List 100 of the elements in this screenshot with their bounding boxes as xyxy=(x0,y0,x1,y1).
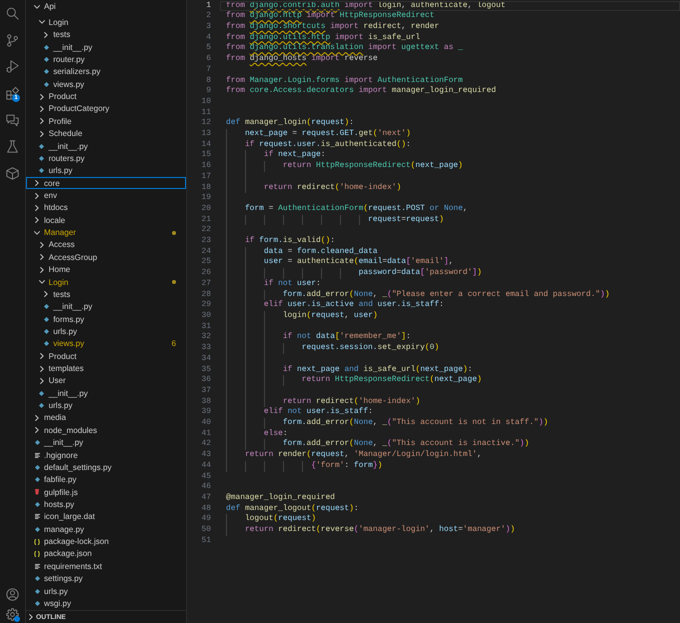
search-icon[interactable] xyxy=(6,6,19,20)
chevron-right-icon[interactable] xyxy=(40,378,44,384)
person-circle-icon[interactable] xyxy=(6,588,19,601)
folder-item[interactable]: core xyxy=(26,176,186,190)
chevron-right-icon[interactable] xyxy=(35,427,39,434)
file-item[interactable]: __init__.py xyxy=(26,436,186,449)
folder-item[interactable]: Access xyxy=(26,238,186,252)
chevron-right-icon[interactable] xyxy=(40,353,44,360)
file-item[interactable]: gulpfile.js xyxy=(26,486,186,498)
indent-guide xyxy=(282,460,284,472)
file-item[interactable]: urls.py xyxy=(26,164,186,177)
file-item[interactable]: __init__.py xyxy=(26,140,186,152)
folder-item[interactable]: Api xyxy=(26,0,186,14)
chevron-right-icon[interactable] xyxy=(40,118,44,124)
folder-item[interactable]: node_modules xyxy=(26,424,186,437)
chevron-right-icon[interactable] xyxy=(44,32,48,38)
indent-guide xyxy=(302,268,303,279)
folder-item[interactable]: htdocs xyxy=(26,202,186,214)
blocks-icon[interactable] xyxy=(6,86,19,100)
folder-item[interactable]: Product xyxy=(26,350,186,362)
folder-item[interactable]: Product xyxy=(26,90,186,103)
folder-item[interactable]: ProductCategory xyxy=(26,102,186,116)
file-item[interactable]: __init__.py xyxy=(26,300,186,313)
folder-item[interactable]: locale xyxy=(26,214,186,226)
indent-guide xyxy=(264,439,265,450)
folder-item[interactable]: tests xyxy=(26,28,186,42)
lines-icon xyxy=(34,452,40,458)
chevron-right-icon[interactable] xyxy=(35,414,39,421)
diamond-icon xyxy=(39,156,44,161)
folder-item[interactable]: tests xyxy=(26,288,186,301)
indent-guide xyxy=(320,268,322,279)
play-bug-icon[interactable] xyxy=(6,60,19,74)
chevron-down-icon[interactable] xyxy=(38,20,45,24)
branch-icon[interactable] xyxy=(6,34,19,47)
chevron-right-icon[interactable] xyxy=(40,130,44,137)
folder-item[interactable]: Login xyxy=(26,16,186,29)
chevron-down-icon[interactable] xyxy=(34,4,40,9)
indent-guide xyxy=(282,214,284,226)
chat-bubbles-icon[interactable] xyxy=(6,114,19,127)
folder-item[interactable]: Schedule xyxy=(26,128,186,140)
indent-guide xyxy=(340,268,341,279)
chevron-down-icon[interactable] xyxy=(38,280,45,284)
file-item[interactable]: views.py xyxy=(26,78,186,90)
file-item[interactable]: package.json xyxy=(26,548,186,560)
file-item[interactable]: wsgi.py xyxy=(26,597,186,610)
file-item[interactable]: requirements.txt xyxy=(26,560,186,572)
chevron-right-icon[interactable] xyxy=(40,266,44,273)
diamond-icon xyxy=(44,316,49,322)
file-item[interactable]: __init__.py xyxy=(26,387,186,400)
diamond-icon xyxy=(34,600,40,606)
file-item[interactable]: .hgignore xyxy=(26,448,186,462)
indent-guide xyxy=(340,214,341,226)
flask-icon[interactable] xyxy=(6,140,19,154)
folder-item[interactable]: env xyxy=(26,189,186,202)
folder-item[interactable]: User xyxy=(26,374,186,388)
file-item[interactable]: routers.py xyxy=(26,152,186,165)
cube-icon[interactable] xyxy=(6,166,19,180)
folder-item[interactable]: Profile xyxy=(26,115,186,128)
chevron-right-icon[interactable] xyxy=(40,366,44,372)
diamond-icon xyxy=(34,502,40,507)
folder-item[interactable]: Manager xyxy=(26,226,186,239)
file-item[interactable]: package-lock.json xyxy=(26,535,186,548)
indent-guide xyxy=(264,161,265,172)
folder-item[interactable]: media xyxy=(26,412,186,424)
chevron-right-icon[interactable] xyxy=(28,614,32,620)
file-item[interactable]: hosts.py xyxy=(26,498,186,511)
file-item[interactable]: __init__.py xyxy=(26,41,186,54)
folder-item[interactable]: templates xyxy=(26,362,186,375)
file-item[interactable]: settings.py xyxy=(26,572,186,585)
folder-item[interactable]: Login xyxy=(26,276,186,288)
file-item[interactable]: router.py xyxy=(26,53,186,66)
file-item[interactable]: views.py 6 xyxy=(26,338,186,350)
file-item[interactable]: manage.py xyxy=(26,523,186,536)
file-item[interactable]: urls.py xyxy=(26,584,186,598)
chevron-right-icon[interactable] xyxy=(35,180,39,186)
chevron-down-icon[interactable] xyxy=(34,230,40,235)
chevron-right-icon[interactable] xyxy=(35,204,39,211)
file-item[interactable]: urls.py xyxy=(26,399,186,412)
file-item[interactable]: urls.py xyxy=(26,325,186,338)
diamond-icon xyxy=(44,328,49,334)
chevron-right-icon[interactable] xyxy=(40,254,44,260)
chevron-right-icon[interactable] xyxy=(40,94,44,100)
diamond-icon xyxy=(44,341,49,346)
indent-guide xyxy=(264,268,265,279)
file-item[interactable]: serializers.py xyxy=(26,66,186,78)
file-item[interactable]: icon_large.dat xyxy=(26,510,186,524)
diamond-icon xyxy=(39,168,44,174)
file-item[interactable]: default_settings.py xyxy=(26,461,186,474)
folder-item[interactable]: AccessGroup xyxy=(26,251,186,264)
file-item[interactable]: forms.py xyxy=(26,312,186,326)
chevron-right-icon[interactable] xyxy=(35,217,39,224)
chevron-right-icon[interactable] xyxy=(40,242,44,248)
folder-item[interactable]: Home xyxy=(26,263,186,276)
file-item[interactable]: fabfile.py xyxy=(26,474,186,486)
gear-icon[interactable] xyxy=(6,608,19,621)
chevron-right-icon[interactable] xyxy=(35,192,39,198)
chevron-right-icon[interactable] xyxy=(44,291,48,298)
diamond-icon xyxy=(34,440,40,446)
chevron-right-icon[interactable] xyxy=(40,106,44,112)
indent-guide xyxy=(282,268,284,279)
